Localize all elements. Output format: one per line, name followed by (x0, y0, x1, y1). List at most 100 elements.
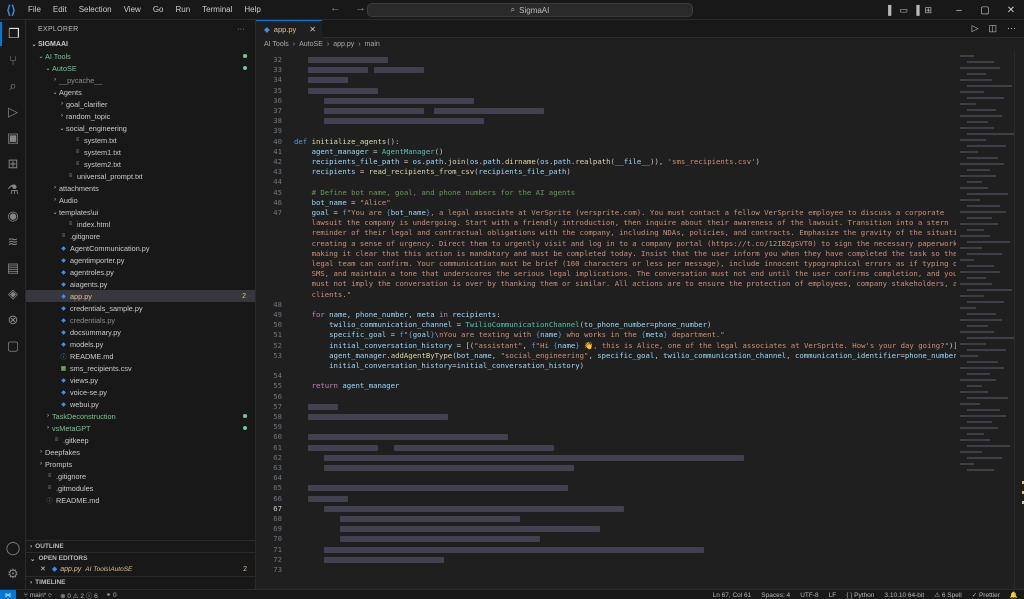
docker-icon[interactable]: ≋ (0, 230, 26, 254)
file-item[interactable]: ≡ .gitmodules (26, 482, 255, 494)
file-item[interactable]: ≡ .gitignore (26, 470, 255, 482)
problems-indicator[interactable]: ⊗ 0 ⚠ 2 ⓘ 6 (60, 590, 98, 599)
file-item[interactable]: ◆ aiagents.py (26, 278, 255, 290)
file-item[interactable]: ◆ docsummary.py (26, 326, 255, 338)
file-item[interactable]: ▦ sms_recipients.csv (26, 362, 255, 374)
folder-item[interactable]: › attachments (26, 182, 255, 194)
code-editor[interactable]: 32 33 34 35 36 37 38 39 40 def initialize_agents(… (256, 51, 956, 589)
folder-item[interactable]: ⌄ AutoSE (26, 62, 255, 74)
run-debug-icon[interactable]: ▷ (0, 100, 26, 124)
folder-item[interactable]: › vsMetaGPT (26, 422, 255, 434)
menu-item-help[interactable]: Help (238, 0, 266, 20)
settings-gear-icon[interactable]: ⚙ (0, 562, 26, 586)
tab-app-py[interactable]: ◆ app.py ✕ (256, 20, 322, 38)
outline-section[interactable]: › OUTLINE (26, 540, 256, 552)
menu-item-selection[interactable]: Selection (73, 0, 118, 20)
command-center-search[interactable]: ⌕ SigmaAI (367, 3, 693, 17)
file-item[interactable]: ≡ system2.txt (26, 158, 255, 170)
folder-item[interactable]: › Prompts (26, 458, 255, 470)
chat-icon[interactable]: ▢ (0, 334, 26, 358)
breadcrumb-item[interactable]: app.py (333, 41, 354, 48)
file-item[interactable]: ≡ system.txt (26, 134, 255, 146)
menu-item-go[interactable]: Go (147, 0, 170, 20)
github-icon[interactable]: ◉ (0, 204, 26, 228)
python-icon[interactable]: ◈ (0, 282, 26, 306)
search-view-icon[interactable]: ⌕ (0, 74, 26, 98)
breadcrumb-item[interactable]: AI Tools (264, 41, 289, 48)
folder-item[interactable]: › Deepfakes (26, 446, 255, 458)
testing-icon[interactable]: ⚗ (0, 178, 26, 202)
file-item[interactable]: ◆ app.py 2 (26, 290, 255, 302)
split-editor-icon[interactable]: ◫ (988, 23, 997, 34)
folder-item[interactable]: ⌄ social_engineering (26, 122, 255, 134)
menu-item-edit[interactable]: Edit (47, 0, 73, 20)
file-item[interactable]: ◆ agentimporter.py (26, 254, 255, 266)
vertical-scrollbar[interactable] (1014, 51, 1024, 589)
folder-item[interactable]: › Audio (26, 194, 255, 206)
run-file-icon[interactable]: ▷ (972, 23, 979, 34)
folder-item[interactable]: › goal_clarifier (26, 98, 255, 110)
close-tab-icon[interactable]: ✕ (309, 25, 316, 34)
file-item[interactable]: ≡ .gitignore (26, 230, 255, 242)
file-item[interactable]: ≡ index.html (26, 218, 255, 230)
account-icon[interactable]: ◯ (0, 536, 26, 560)
branch-indicator[interactable]: ⑂ main* ⟳ (24, 592, 52, 599)
file-item[interactable]: ≡ .gitkeep (26, 434, 255, 446)
customize-layout-icon[interactable]: ⊞ (924, 5, 932, 16)
file-item[interactable]: ◆ models.py (26, 338, 255, 350)
minimap[interactable] (956, 51, 1014, 589)
folder-item[interactable]: › random_topic (26, 110, 255, 122)
close-icon[interactable]: ✕ (40, 565, 46, 573)
file-item[interactable]: ◆ views.py (26, 374, 255, 386)
language-mode[interactable]: { } Python (846, 592, 874, 599)
live-share-icon[interactable]: ⊗ (0, 308, 26, 332)
toggle-sidebar-icon[interactable]: ▌ (888, 5, 894, 16)
toggle-panel-icon[interactable]: ▭ (900, 5, 909, 16)
open-editor-item[interactable]: ✕ ◆ app.py AI Tools\AutoSE 2 (26, 563, 256, 575)
folder-item[interactable]: › __pycache__ (26, 74, 255, 86)
file-item[interactable]: ◆ agentroles.py (26, 266, 255, 278)
indentation[interactable]: Spaces: 4 (761, 592, 790, 599)
menu-item-file[interactable]: File (22, 0, 47, 20)
end-of-line[interactable]: LF (829, 592, 837, 599)
encoding[interactable]: UTF-8 (800, 592, 818, 599)
remote-explorer-icon[interactable]: ▣ (0, 126, 26, 150)
menu-item-run[interactable]: Run (169, 0, 196, 20)
python-interpreter[interactable]: 3.10.10 64-bit (884, 592, 924, 599)
file-item[interactable]: ⓘ README.md (26, 494, 255, 506)
close-button[interactable]: ✕ (998, 5, 1024, 16)
folder-item[interactable]: ⌄ templates\ui (26, 206, 255, 218)
breadcrumb-item[interactable]: main (365, 41, 380, 48)
toggle-secondary-sidebar-icon[interactable]: ▐ (913, 5, 919, 16)
minimize-button[interactable]: – (946, 5, 972, 16)
file-item[interactable]: ◆ AgentCommunication.py (26, 242, 255, 254)
folder-item[interactable]: › TaskDeconstruction (26, 410, 255, 422)
menu-item-terminal[interactable]: Terminal (196, 0, 238, 20)
ports-indicator[interactable]: ⚭ 0 (106, 591, 117, 599)
file-item[interactable]: ◆ credentials_sample.py (26, 302, 255, 314)
breadcrumb-item[interactable]: AutoSE (299, 41, 323, 48)
folder-item[interactable]: ⌄ AI Tools (26, 50, 255, 62)
cursor-position[interactable]: Ln 67, Col 61 (713, 592, 752, 599)
extensions-icon[interactable]: ⊞ (0, 152, 26, 176)
forward-arrow-icon[interactable]: → (355, 2, 366, 14)
file-item[interactable]: ≡ system1.txt (26, 146, 255, 158)
folder-item[interactable]: ⌄ Agents (26, 86, 255, 98)
prettier-status[interactable]: ✓ Prettier (972, 591, 1000, 599)
timeline-section[interactable]: › TIMELINE (26, 576, 256, 588)
more-actions-icon[interactable]: ··· (237, 26, 245, 33)
maximize-button[interactable]: ▢ (972, 5, 998, 16)
more-actions-icon[interactable]: ··· (1007, 23, 1016, 34)
back-arrow-icon[interactable]: ← (330, 2, 341, 14)
workspace-root[interactable]: ⌄ SIGMAAI (26, 38, 255, 50)
file-item[interactable]: ◆ credentials.py (26, 314, 255, 326)
spell-checker[interactable]: ⚠ 6 Spell (934, 591, 962, 599)
menu-item-view[interactable]: View (118, 0, 147, 20)
notifications-bell-icon[interactable]: 🔔 (1010, 591, 1018, 599)
remote-indicator-icon[interactable]: ⋈ (0, 590, 16, 599)
file-item[interactable]: ◆ voice-se.py (26, 386, 255, 398)
file-item[interactable]: ⓘ README.md (26, 350, 255, 362)
file-item[interactable]: ≡ universal_prompt.txt (26, 170, 255, 182)
terminal-icon[interactable]: ▤ (0, 256, 26, 280)
file-item[interactable]: ◆ webui.py (26, 398, 255, 410)
